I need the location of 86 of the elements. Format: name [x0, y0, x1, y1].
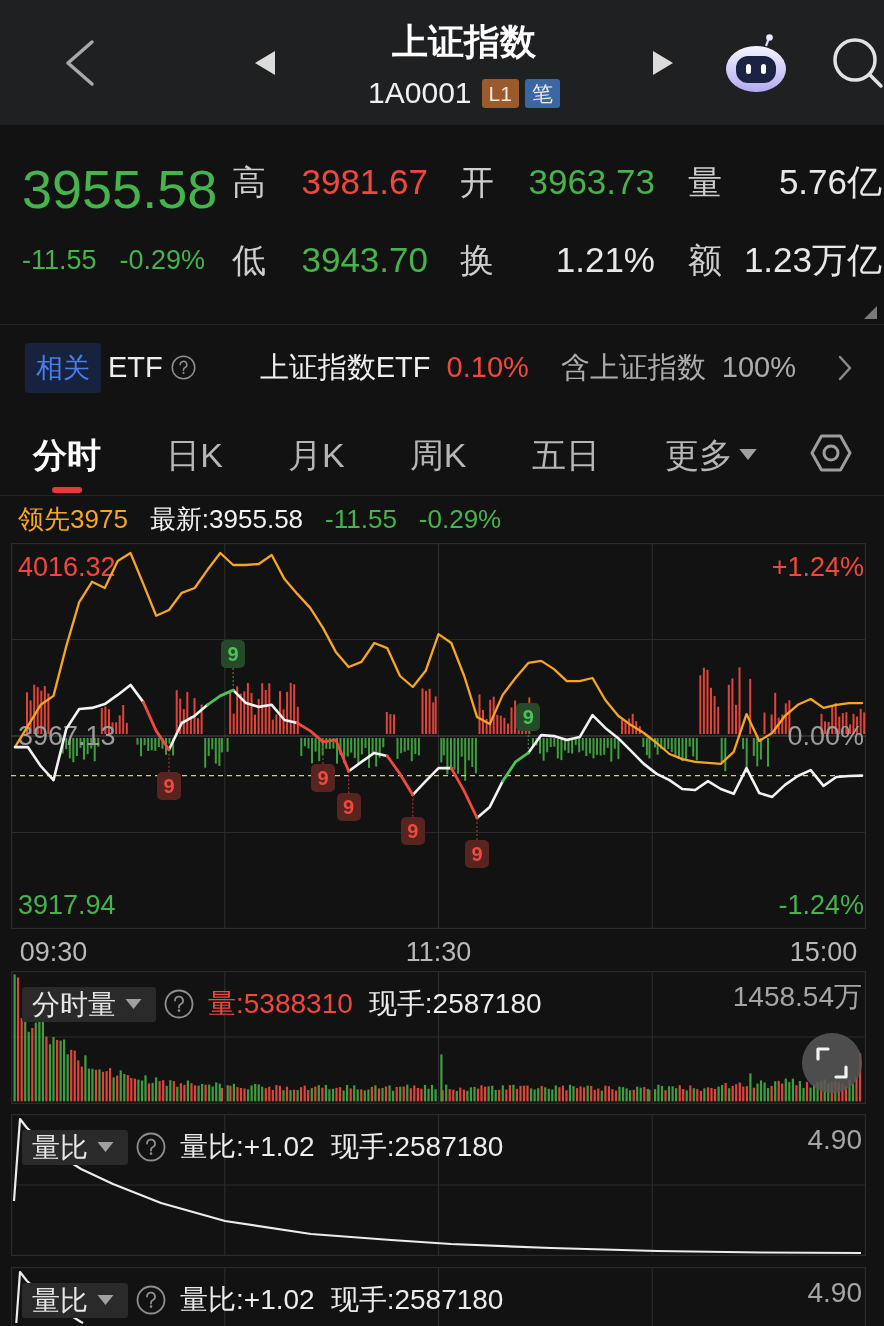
chart-tab[interactable]: 五日 [519, 410, 612, 495]
holding-percent: 100% [721, 351, 796, 384]
caret-icon [738, 449, 757, 461]
left-triangle-icon[interactable] [253, 48, 277, 77]
stock-code: 1A0001 [368, 75, 472, 111]
search-icon[interactable] [832, 36, 884, 89]
leader-line [476, 821, 478, 841]
price-change: -11.55 [325, 504, 397, 535]
count-marker: 9 [157, 771, 181, 800]
leader-line [322, 745, 324, 765]
count-marker: 9 [221, 640, 246, 669]
leader-line [412, 798, 414, 818]
leader-line [168, 753, 170, 773]
robot-icon[interactable] [725, 32, 787, 93]
corner-triangle-icon [862, 304, 878, 320]
current-hand-reading: 现手:2587180 [330, 1130, 504, 1164]
axis-max-label: 1458.54万 [732, 981, 862, 1013]
axis-label: -1.24% [778, 890, 864, 920]
chevron-right-icon[interactable] [838, 354, 852, 381]
latest-price-label: 最新:3955.58 [149, 503, 304, 536]
stat-value: 1.23万亿 [743, 240, 882, 280]
count-marker: 9 [311, 763, 335, 792]
percent-change: -0.29% [119, 244, 206, 276]
stat-label: 换 [460, 240, 495, 280]
ratio-reading: 量比:+1.02 [180, 1130, 315, 1164]
axis-max-label: 4.90 [807, 1277, 862, 1309]
help-icon[interactable] [170, 355, 196, 380]
settings-icon[interactable] [810, 432, 852, 474]
last-price: 3955.58 [22, 158, 219, 221]
current-hand-reading: 现手:2587180 [368, 987, 542, 1021]
stat-value: 3981.67 [301, 162, 428, 202]
chart-tab[interactable]: 月K [276, 410, 357, 495]
market-badge: 笔 [524, 78, 560, 108]
etf-label: ETF [108, 351, 163, 384]
dropdown-button[interactable]: 量比 [22, 1282, 128, 1318]
stat-value: 3963.73 [528, 162, 655, 202]
fullscreen-button[interactable] [802, 1033, 862, 1093]
related-tag: 相关 [25, 342, 101, 393]
count-marker: 9 [400, 816, 425, 845]
time-label: 15:00 [789, 937, 858, 967]
fund-change: 0.10% [446, 351, 529, 384]
chart-tab[interactable]: 更多 [652, 410, 769, 495]
percent-change: -0.29% [418, 504, 502, 535]
fullscreen-icon [815, 1046, 849, 1080]
help-icon[interactable] [164, 989, 194, 1019]
chart-tab[interactable]: 周K [397, 410, 479, 495]
right-triangle-icon[interactable] [651, 48, 675, 77]
stat-label: 开 [460, 162, 495, 202]
holding-label: 含上证指数 [560, 349, 706, 385]
dropdown-button[interactable]: 分时量 [22, 986, 156, 1022]
axis-max-label: 4.90 [807, 1124, 862, 1156]
time-label: 11:30 [405, 937, 472, 967]
help-icon[interactable] [136, 1132, 166, 1162]
lead-index-label: 领先3975 [18, 503, 128, 536]
chart-tab[interactable]: 分时 [21, 410, 113, 495]
stat-label: 高 [232, 162, 267, 202]
axis-label: +1.24% [771, 552, 864, 582]
stat-value: 3943.70 [301, 240, 428, 280]
volume-reading: 量:5388310 [208, 987, 353, 1021]
caret-icon [125, 998, 142, 1010]
stat-value: 5.76亿 [778, 162, 882, 202]
count-marker: 9 [336, 793, 361, 822]
caret-icon [97, 1141, 114, 1153]
leader-line [348, 774, 350, 794]
ratio-reading: 量比:+1.02 [180, 1283, 315, 1317]
axis-label: 3917.94 [18, 890, 116, 920]
stat-label: 额 [688, 240, 723, 280]
fund-name: 上证指数ETF [259, 349, 431, 385]
stat-value: 1.21% [555, 240, 655, 280]
axis-label: 4016.32 [18, 551, 116, 582]
stat-label: 低 [232, 240, 267, 280]
current-hand-reading: 现手:2587180 [330, 1283, 504, 1317]
price-change: -11.55 [22, 244, 97, 276]
leader-line [232, 667, 234, 687]
count-marker: 9 [465, 839, 489, 868]
dropdown-button[interactable]: 量比 [22, 1129, 128, 1165]
chart-tab[interactable]: 日K [154, 410, 235, 495]
time-label: 09:30 [19, 937, 88, 967]
count-marker: 9 [516, 702, 541, 731]
axis-label: 0.00% [787, 721, 864, 751]
leader-line [527, 730, 529, 750]
help-icon[interactable] [136, 1285, 166, 1315]
screen-title: 上证指数 [392, 20, 536, 64]
stat-label: 量 [688, 162, 723, 202]
caret-icon [97, 1294, 114, 1306]
market-badge: L1 [481, 78, 519, 108]
